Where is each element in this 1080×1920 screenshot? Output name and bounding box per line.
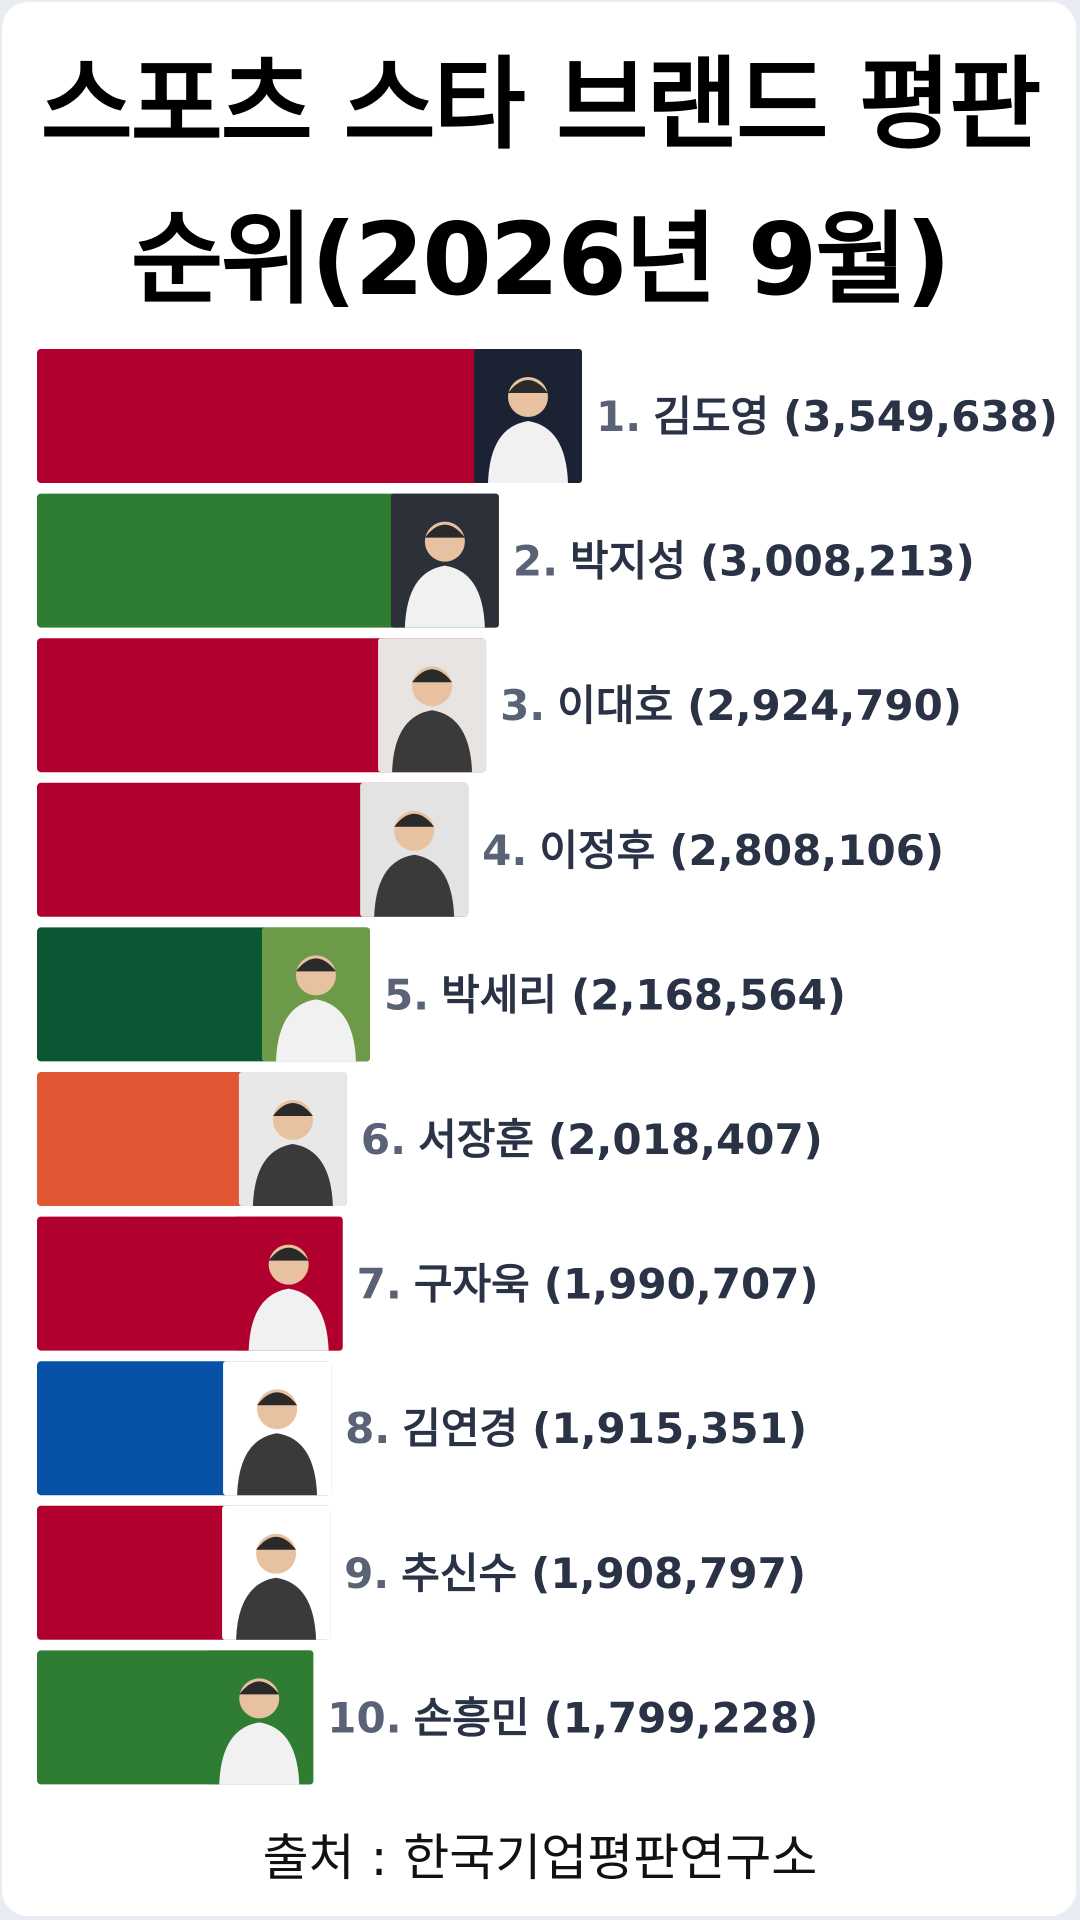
bar-label: 6. 서장훈 (2,018,407) [361, 1115, 823, 1164]
bar-label: 2. 박지성 (3,008,213) [513, 537, 975, 586]
soccer-player-photo-icon [205, 1650, 314, 1785]
baseball-player-photo-icon [222, 1505, 331, 1640]
jacket-man-photo-icon [378, 638, 487, 773]
value-label: (1,799,228) [544, 1693, 819, 1742]
value-label: (3,008,213) [700, 537, 975, 586]
value-label: (1,908,797) [531, 1549, 806, 1598]
bar-group: 7. 구자욱 (1,990,707) [37, 1216, 819, 1351]
category-label: 구자욱 [414, 1260, 530, 1309]
bar-group: 10. 손흥민 (1,799,228) [37, 1650, 818, 1785]
bar-label: 9. 추신수 (1,908,797) [344, 1549, 806, 1598]
bar-group: 3. 이대호 (2,924,790) [37, 638, 962, 773]
rank-label: 8. [345, 1404, 390, 1453]
rank-label: 10. [327, 1693, 401, 1742]
bar-group: 8. 김연경 (1,915,351) [37, 1361, 807, 1496]
baseball-player-photo-icon [474, 349, 582, 483]
bar-label: 3. 이대호 (2,924,790) [500, 681, 962, 730]
category-label: 박지성 [570, 537, 686, 586]
bar-group: 4. 이정후 (2,808,106) [37, 782, 944, 917]
baseball-player-photo-icon [234, 1216, 343, 1351]
baseball-player-photo-icon [360, 782, 469, 917]
woman-photo-icon [223, 1361, 332, 1496]
rank-label: 3. [500, 681, 545, 730]
rank-label: 2. [513, 537, 558, 586]
bar-label: 7. 구자욱 (1,990,707) [357, 1260, 819, 1309]
value-label: (2,018,407) [548, 1115, 823, 1164]
rank-label: 1. [596, 392, 641, 441]
category-label: 김연경 [402, 1404, 518, 1453]
bar-group: 2. 박지성 (3,008,213) [37, 493, 975, 628]
rank-label: 4. [482, 826, 527, 875]
bar-group: 1. 김도영 (3,549,638) [37, 349, 1058, 483]
bar-label: 1. 김도영 (3,549,638) [596, 392, 1058, 441]
bar-group: 9. 추신수 (1,908,797) [37, 1505, 806, 1640]
category-label: 김도영 [653, 392, 769, 441]
value-label: (2,924,790) [687, 681, 962, 730]
value-label: (3,549,638) [783, 392, 1058, 441]
bar-label: 8. 김연경 (1,915,351) [345, 1404, 807, 1453]
rank-label: 5. [384, 970, 429, 1019]
bar-chart: 1. 김도영 (3,549,638) 2. 박지성 (3,008,213) 3. 이대호 (2,… [37, 349, 1058, 1785]
category-label: 이정후 [539, 826, 655, 875]
source-caption: 출처 : 한국기업평판연구소 [262, 1829, 818, 1887]
rank-label: 7. [357, 1260, 402, 1309]
category-label: 추신수 [401, 1549, 517, 1598]
category-label: 서장훈 [418, 1115, 534, 1164]
bar-group: 5. 박세리 (2,168,564) [37, 927, 846, 1062]
category-label: 손흥민 [414, 1693, 530, 1742]
bar-label: 4. 이정후 (2,808,106) [482, 826, 944, 875]
bar-group: 6. 서장훈 (2,018,407) [37, 1072, 823, 1206]
suit-man-photo-icon [390, 493, 499, 628]
value-label: (2,168,564) [571, 970, 846, 1019]
value-label: (1,915,351) [532, 1404, 807, 1453]
bar-label: 10. 손흥민 (1,799,228) [327, 1693, 818, 1742]
rank-label: 9. [344, 1549, 389, 1598]
value-label: (1,990,707) [544, 1260, 819, 1309]
rank-label: 6. [361, 1115, 406, 1164]
value-label: (2,808,106) [669, 826, 944, 875]
suit-man-photo-icon [238, 1072, 347, 1206]
bar-label: 5. 박세리 (2,168,564) [384, 970, 846, 1019]
category-label: 박세리 [441, 970, 557, 1019]
category-label: 이대호 [557, 681, 673, 730]
golfer-photo-icon [261, 927, 370, 1062]
